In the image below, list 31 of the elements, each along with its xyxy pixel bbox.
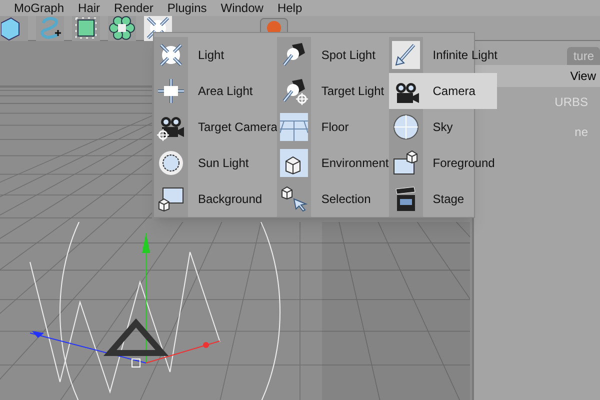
menu-item[interactable]: Floor [277,109,389,145]
menu-item[interactable]: Hair [78,0,100,17]
spot-light-icon [280,77,308,105]
sun-icon [157,149,185,177]
menu-item[interactable]: Stage [388,181,498,217]
grid-icon [280,113,308,141]
menu-item[interactable]: Help [277,0,302,17]
menu-item[interactable]: Camera [388,73,498,109]
menu-item[interactable]: Foreground [388,145,498,181]
menu-item[interactable]: Area Light [154,73,278,109]
light-icon [157,41,185,69]
menu-item[interactable]: Spot Light [277,37,389,73]
toolbar-button[interactable] [108,16,136,40]
background-icon [157,185,185,213]
menu-item[interactable]: MoGraph [14,0,64,17]
cursor-icon [280,185,308,213]
menu-item[interactable]: Sun Light [154,145,278,181]
sphere-icon [392,113,420,141]
area-light-icon [157,77,185,105]
menu-item[interactable]: Selection [277,181,389,217]
menu-item[interactable]: Environment [277,145,389,181]
menu-item[interactable]: Plugins [167,0,207,17]
menu-item[interactable]: Render [114,0,154,17]
menu-item[interactable]: Target Camera [154,109,278,145]
menu-item[interactable]: Background [154,181,278,217]
menu-item[interactable]: Sky [388,109,498,145]
menu-item[interactable]: Target Light [277,73,389,109]
menu-item[interactable]: Light [154,37,278,73]
flower-icon [109,15,135,41]
foreground-icon [392,149,420,177]
menu-item[interactable]: Window [220,0,264,17]
